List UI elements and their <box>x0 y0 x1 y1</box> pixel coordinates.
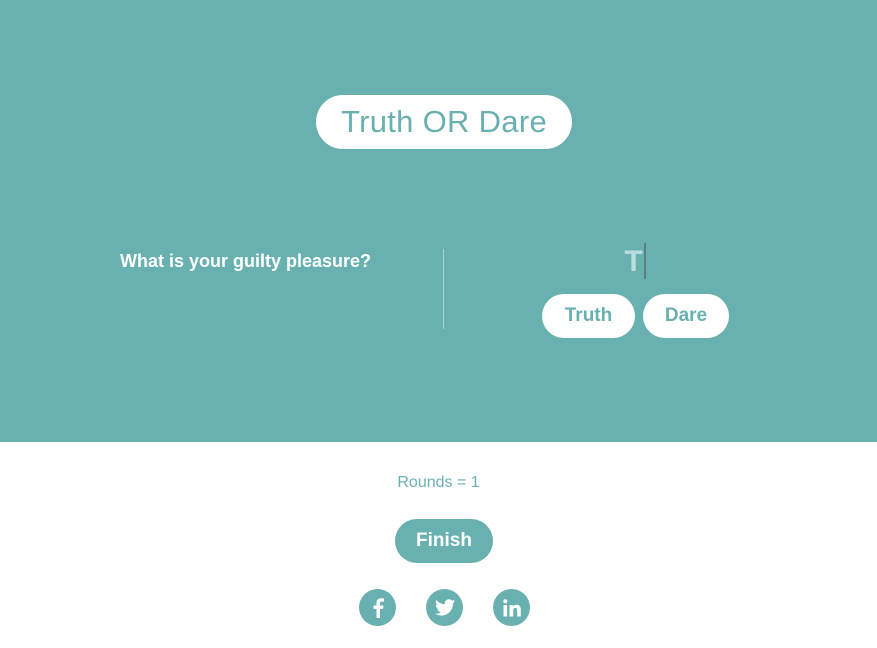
twitter-icon <box>434 599 455 616</box>
linkedin-icon <box>502 598 521 616</box>
question-text: What is your guilty pleasure? <box>120 251 372 271</box>
dare-button[interactable]: Dare <box>643 294 729 338</box>
rounds-counter: Rounds = 1 <box>397 474 480 491</box>
hero-section: Truth OR Dare What is your guilty pleasu… <box>0 0 877 442</box>
facebook-icon <box>373 597 384 618</box>
page-title: Truth OR Dare <box>316 95 572 149</box>
facebook-link[interactable] <box>359 589 396 626</box>
linkedin-link[interactable] <box>493 589 530 626</box>
truth-button[interactable]: Truth <box>542 294 635 338</box>
typed-text: T <box>624 245 643 278</box>
text-caret <box>643 243 646 279</box>
vertical-divider <box>443 249 444 329</box>
twitter-link[interactable] <box>426 589 463 626</box>
finish-button[interactable]: Finish <box>395 519 493 563</box>
typewriter-display: T <box>600 243 670 281</box>
